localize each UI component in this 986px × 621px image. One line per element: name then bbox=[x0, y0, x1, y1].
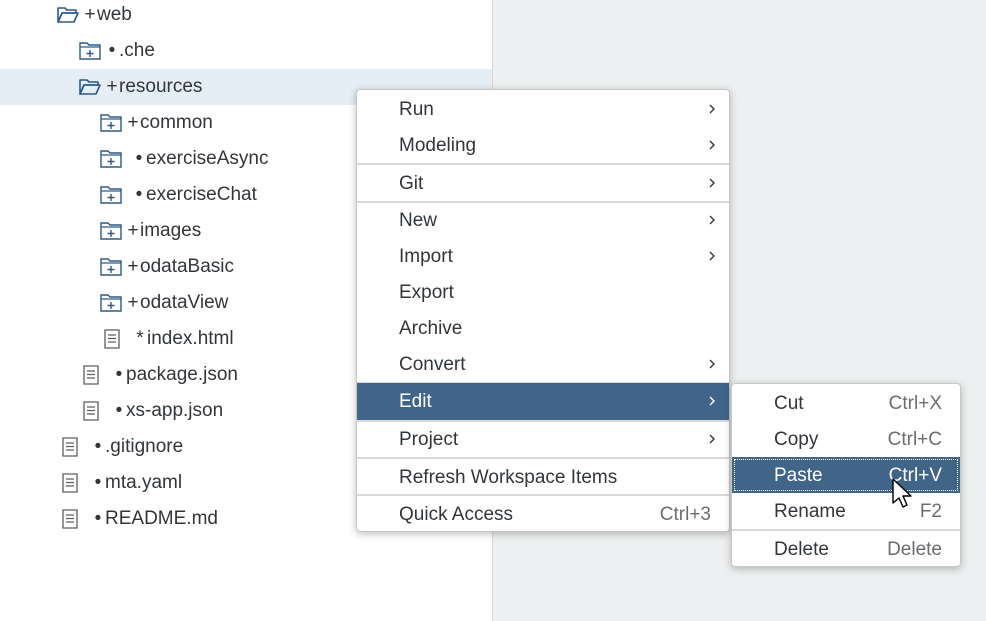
menu-item-label: Run bbox=[399, 99, 434, 120]
context-menu: Run Modeling Git New Import Export Archi… bbox=[356, 89, 730, 532]
menu-item-label: New bbox=[399, 210, 438, 231]
tree-item-marker: • bbox=[115, 400, 123, 421]
menu-item-shortcut: Ctrl+C bbox=[887, 429, 942, 450]
menu-item-git[interactable]: Git bbox=[357, 165, 729, 201]
file-icon bbox=[101, 328, 123, 350]
menu-item-paste[interactable]: Paste Ctrl+V bbox=[732, 457, 960, 493]
tree-item-marker: + bbox=[106, 76, 118, 97]
chevron-right-icon bbox=[709, 215, 715, 225]
menu-item-cut[interactable]: Cut Ctrl+X bbox=[732, 385, 960, 421]
menu-item-rename[interactable]: Rename F2 bbox=[732, 493, 960, 529]
tree-item-marker: • bbox=[115, 364, 123, 385]
menu-item-label: Git bbox=[399, 173, 424, 194]
edit-submenu: Cut Ctrl+X Copy Ctrl+C Paste Ctrl+V Rena… bbox=[731, 383, 961, 567]
tree-item-marker: + bbox=[127, 256, 139, 277]
menu-item-export[interactable]: Export bbox=[357, 274, 729, 310]
tree-item-label: web bbox=[97, 4, 132, 25]
menu-item-shortcut: Ctrl+X bbox=[888, 393, 942, 414]
tree-item-marker: + bbox=[127, 112, 139, 133]
tree-item-label: odataView bbox=[140, 292, 229, 313]
chevron-right-icon bbox=[709, 140, 715, 150]
tree-item-label: package.json bbox=[126, 364, 238, 385]
chevron-right-icon bbox=[709, 104, 715, 114]
tree-item-marker: • bbox=[135, 148, 143, 169]
tree-item-marker: + bbox=[127, 220, 139, 241]
chevron-right-icon bbox=[709, 178, 715, 188]
menu-item-project[interactable]: Project bbox=[357, 421, 729, 457]
file-icon bbox=[59, 436, 81, 458]
folder-plus-icon bbox=[100, 148, 122, 170]
tree-item-label: resources bbox=[119, 76, 203, 97]
tree-item-che[interactable]: • .che bbox=[0, 33, 571, 69]
menu-item-label: Quick Access bbox=[399, 504, 514, 525]
menu-item-archive[interactable]: Archive bbox=[357, 310, 729, 346]
tree-item-label: README.md bbox=[105, 508, 218, 529]
tree-item-label: images bbox=[140, 220, 202, 241]
menu-item-label: Modeling bbox=[399, 135, 477, 156]
tree-item-marker: • bbox=[135, 184, 143, 205]
file-icon bbox=[80, 364, 102, 386]
menu-item-convert[interactable]: Convert bbox=[357, 346, 729, 382]
folder-plus-icon bbox=[79, 40, 101, 62]
menu-item-run[interactable]: Run bbox=[357, 91, 729, 127]
tree-item-web[interactable]: + web bbox=[0, 0, 549, 33]
menu-item-label: Convert bbox=[399, 354, 466, 375]
menu-item-label: Project bbox=[399, 429, 459, 450]
tree-item-marker: • bbox=[94, 472, 102, 493]
menu-item-label: Import bbox=[399, 246, 453, 267]
menu-item-label: Cut bbox=[774, 393, 804, 414]
folder-plus-icon bbox=[100, 220, 122, 242]
folder-plus-icon bbox=[100, 292, 122, 314]
menu-item-label: Archive bbox=[399, 318, 463, 339]
tree-item-label: exerciseAsync bbox=[146, 148, 269, 169]
menu-item-refresh-workspace-items[interactable]: Refresh Workspace Items bbox=[357, 459, 729, 495]
tree-item-marker: • bbox=[94, 508, 102, 529]
folder-plus-icon bbox=[100, 112, 122, 134]
chevron-right-icon bbox=[709, 359, 715, 369]
tree-item-label: .che bbox=[119, 40, 155, 61]
tree-item-marker: + bbox=[84, 4, 96, 25]
chevron-right-icon bbox=[709, 251, 715, 261]
tree-item-marker: * bbox=[136, 328, 144, 349]
tree-item-label: index.html bbox=[147, 328, 234, 349]
file-icon bbox=[80, 400, 102, 422]
tree-item-label: odataBasic bbox=[140, 256, 235, 277]
file-icon bbox=[59, 508, 81, 530]
menu-item-new[interactable]: New bbox=[357, 202, 729, 238]
tree-item-label: xs-app.json bbox=[126, 400, 224, 421]
menu-item-label: Paste bbox=[774, 465, 823, 486]
chevron-right-icon bbox=[709, 396, 715, 406]
menu-item-label: Copy bbox=[774, 429, 819, 450]
tree-item-label: common bbox=[140, 112, 213, 133]
folder-plus-icon bbox=[100, 184, 122, 206]
file-icon bbox=[59, 472, 81, 494]
menu-item-label: Export bbox=[399, 282, 454, 303]
menu-item-shortcut: F2 bbox=[919, 501, 942, 522]
menu-item-shortcut: Ctrl+3 bbox=[659, 504, 711, 525]
chevron-right-icon bbox=[709, 434, 715, 444]
menu-item-label: Rename bbox=[774, 501, 846, 522]
tree-item-label: exerciseChat bbox=[146, 184, 257, 205]
folder-open-icon bbox=[79, 76, 101, 98]
tree-item-label: .gitignore bbox=[105, 436, 184, 457]
menu-item-label: Edit bbox=[399, 391, 432, 412]
folder-open-icon bbox=[57, 4, 79, 26]
menu-item-label: Refresh Workspace Items bbox=[399, 467, 618, 488]
tree-item-marker: • bbox=[108, 40, 116, 61]
menu-item-delete[interactable]: Delete Delete bbox=[732, 531, 960, 567]
menu-item-copy[interactable]: Copy Ctrl+C bbox=[732, 421, 960, 457]
tree-item-marker: + bbox=[127, 292, 139, 313]
menu-item-label: Delete bbox=[774, 539, 829, 560]
folder-plus-icon bbox=[100, 256, 122, 278]
tree-item-label: mta.yaml bbox=[105, 472, 183, 493]
menu-item-quick-access[interactable]: Quick Access Ctrl+3 bbox=[357, 496, 729, 532]
menu-item-edit[interactable]: Edit bbox=[357, 383, 729, 420]
mouse-pointer-icon bbox=[892, 478, 912, 508]
menu-item-shortcut: Delete bbox=[887, 539, 942, 560]
tree-item-marker: • bbox=[94, 436, 102, 457]
menu-item-modeling[interactable]: Modeling bbox=[357, 127, 729, 163]
menu-item-import[interactable]: Import bbox=[357, 238, 729, 274]
